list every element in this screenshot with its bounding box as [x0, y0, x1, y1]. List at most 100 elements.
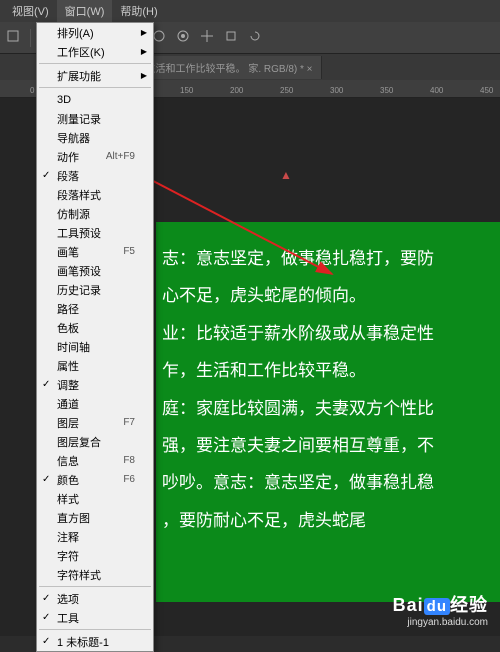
menu-item-label: 仿制源: [57, 206, 90, 222]
menu-item[interactable]: 样式: [37, 489, 153, 508]
check-icon: ✓: [42, 170, 50, 181]
menu-item-label: 选项: [57, 591, 79, 607]
text-line: 吵吵。意志：意志坚定，做事稳扎稳: [162, 464, 494, 501]
menu-item-label: 导航器: [57, 130, 90, 146]
menu-item-label: 信息: [57, 453, 79, 469]
menu-item[interactable]: 图层F7: [37, 413, 153, 432]
menu-item-label: 工作区(K): [57, 44, 105, 60]
menubar: 视图(V) 窗口(W) 帮助(H): [0, 0, 500, 22]
ruler-tick: 300: [330, 86, 343, 95]
menu-separator: [39, 63, 151, 64]
menu-item[interactable]: 导航器: [37, 128, 153, 147]
menu-separator: [39, 87, 151, 88]
text-line: 庭：家庭比较圆满，夫妻双方个性比: [162, 390, 494, 427]
menu-help[interactable]: 帮助(H): [112, 0, 165, 22]
menu-item[interactable]: 排列(A) ▶: [37, 23, 153, 42]
menu-item-label: 图层复合: [57, 434, 101, 450]
check-icon: ✓: [42, 612, 50, 623]
menu-item-label: 调整: [57, 377, 79, 393]
ruler-tick: 200: [230, 86, 243, 95]
menu-item[interactable]: 工具预设: [37, 223, 153, 242]
menu-item[interactable]: 属性: [37, 356, 153, 375]
check-icon: ✓: [42, 379, 50, 390]
orbit-icon[interactable]: [152, 29, 166, 46]
text-line: 志：意志坚定，做事稳扎稳打，要防: [162, 240, 494, 277]
menu-item[interactable]: 测量记录: [37, 109, 153, 128]
rotate-icon[interactable]: [248, 29, 262, 46]
menu-separator: [39, 629, 151, 630]
menu-item-label: 时间轴: [57, 339, 90, 355]
menu-item[interactable]: ✓ 工具: [37, 608, 153, 627]
window-menu-dropdown: 排列(A) ▶ 工作区(K) ▶ 扩展功能▶ 3D 测量记录导航器动作 Alt+F9 ✓ 段落段落…: [36, 22, 154, 652]
menu-item-label: 画笔预设: [57, 263, 101, 279]
ruler-tick: 450: [480, 86, 493, 95]
menu-item[interactable]: 注释: [37, 527, 153, 546]
menu-item[interactable]: ✓ 段落: [37, 166, 153, 185]
menu-item[interactable]: 路径: [37, 299, 153, 318]
menu-item-label: 工具预设: [57, 225, 101, 241]
menu-item[interactable]: 字符: [37, 546, 153, 565]
menu-item-label: 历史记录: [57, 282, 101, 298]
menu-item[interactable]: 画笔 F5: [37, 242, 153, 261]
menu-item-label: 色板: [57, 320, 79, 336]
text-line: 乍，生活和工作比较平稳。: [162, 352, 494, 389]
ruler-tick: 350: [380, 86, 393, 95]
ruler-tick: 150: [180, 86, 193, 95]
menu-view[interactable]: 视图(V): [4, 0, 57, 22]
menu-item[interactable]: 色板: [37, 318, 153, 337]
menu-item-label: 动作: [57, 149, 79, 165]
cursor-indicator-icon: ▲: [280, 168, 292, 182]
menu-item[interactable]: ✓ 调整: [37, 375, 153, 394]
menu-item[interactable]: ✓ 选项: [37, 589, 153, 608]
menu-item[interactable]: 3D: [37, 90, 153, 109]
menu-item[interactable]: 字符样式: [37, 565, 153, 584]
text-line: 业：比较适于薪水阶级或从事稳定性: [162, 315, 494, 352]
menu-shortcut: Alt+F9: [106, 151, 135, 162]
check-icon: ✓: [42, 593, 50, 604]
menu-item-label: 路径: [57, 301, 79, 317]
menu-item[interactable]: 段落样式: [37, 185, 153, 204]
menu-shortcut: F8: [123, 455, 135, 466]
menu-item-label: 字符: [57, 548, 79, 564]
menu-item-label: 样式: [57, 491, 79, 507]
menu-item[interactable]: 图层复合: [37, 432, 153, 451]
scale-icon[interactable]: [224, 29, 238, 46]
check-icon: ✓: [42, 636, 50, 647]
menu-shortcut: F7: [123, 417, 135, 428]
ruler-tick: 400: [430, 86, 443, 95]
move-icon[interactable]: [200, 29, 214, 46]
menu-item-label: 工具: [57, 610, 79, 626]
menu-item[interactable]: 历史记录: [37, 280, 153, 299]
menu-item-label: 通道: [57, 396, 79, 412]
menu-item-label: 3D: [57, 94, 71, 106]
menu-item-label: 属性: [57, 358, 79, 374]
menu-item[interactable]: 仿制源: [37, 204, 153, 223]
menu-item[interactable]: 画笔预设: [37, 261, 153, 280]
menu-item-label: 扩展功能: [57, 68, 101, 84]
menu-item-label: 颜色: [57, 472, 79, 488]
menu-item-label: 段落: [57, 168, 79, 184]
menu-window[interactable]: 窗口(W): [57, 0, 113, 22]
3d-tool-icon[interactable]: [6, 29, 20, 46]
menu-item[interactable]: 工作区(K) ▶: [37, 42, 153, 61]
menu-item[interactable]: 扩展功能▶: [37, 66, 153, 85]
menu-item[interactable]: ✓颜色F6: [37, 470, 153, 489]
menu-item-label: 注释: [57, 529, 79, 545]
menu-item-label: 画笔: [57, 244, 79, 260]
submenu-arrow-icon: ▶: [141, 47, 147, 56]
orbit2-icon[interactable]: [176, 29, 190, 46]
menu-item[interactable]: 信息 F8: [37, 451, 153, 470]
menu-shortcut: F6: [123, 474, 135, 485]
menu-item-label: 段落样式: [57, 187, 101, 203]
menu-item[interactable]: 通道: [37, 394, 153, 413]
menu-item[interactable]: 直方图: [37, 508, 153, 527]
menu-separator: [39, 586, 151, 587]
text-line: 强，要注意夫妻之间要相互尊重，不: [162, 427, 494, 464]
menu-item[interactable]: ✓1 未标题-1: [37, 632, 153, 651]
menu-shortcut: F5: [123, 246, 135, 257]
submenu-arrow-icon: ▶: [141, 28, 147, 37]
menu-item[interactable]: 时间轴: [37, 337, 153, 356]
menu-item-label: 排列(A): [57, 25, 94, 41]
document-content[interactable]: 志：意志坚定，做事稳扎稳打，要防 心不足，虎头蛇尾的倾向。 业：比较适于薪水阶级…: [156, 222, 500, 602]
menu-item[interactable]: 动作 Alt+F9: [37, 147, 153, 166]
